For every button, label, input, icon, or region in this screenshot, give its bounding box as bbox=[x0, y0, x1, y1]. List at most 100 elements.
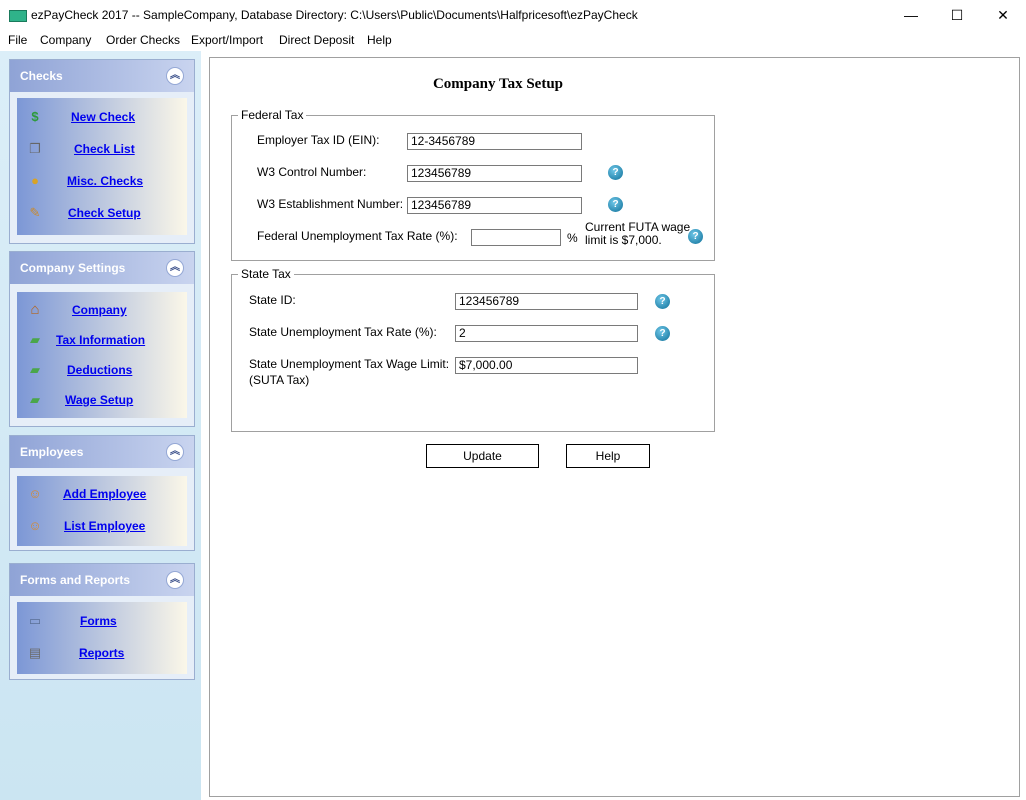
menu-bar: File Company Order Checks Export/Import … bbox=[0, 31, 1026, 51]
sidebar-item-deductions[interactable]: ▰ Deductions bbox=[17, 359, 187, 383]
sidebar-item-label[interactable]: New Check bbox=[71, 110, 135, 124]
checks-panel: Checks ︽ $ New Check ❐ Check List ● Misc… bbox=[9, 59, 195, 244]
federal-tax-legend: Federal Tax bbox=[238, 108, 307, 122]
help-icon[interactable]: ? bbox=[688, 229, 703, 244]
state-tax-legend: State Tax bbox=[238, 267, 294, 281]
company-settings-panel-header[interactable]: Company Settings ︽ bbox=[10, 252, 194, 284]
help-icon[interactable]: ? bbox=[655, 326, 670, 341]
sidebar-item-label[interactable]: Misc. Checks bbox=[67, 174, 143, 188]
checks-panel-header[interactable]: Checks ︽ bbox=[10, 60, 194, 92]
close-button[interactable]: ✕ bbox=[980, 0, 1026, 31]
federal-tax-group: Federal Tax Employer Tax ID (EIN): W3 Co… bbox=[231, 108, 715, 261]
company-settings-panel-title: Company Settings bbox=[20, 261, 126, 275]
futa-rate-field[interactable] bbox=[471, 229, 561, 246]
sidebar-item-list-employee[interactable]: ☺ List Employee bbox=[17, 515, 187, 539]
menu-file[interactable]: File bbox=[8, 33, 27, 47]
forms-reports-panel-body: ▭ Forms ▤ Reports bbox=[17, 602, 187, 674]
sidebar-item-label[interactable]: Tax Information bbox=[56, 333, 145, 347]
cash-icon: ▰ bbox=[30, 332, 40, 347]
suta-limit-label-line2: (SUTA Tax) bbox=[249, 373, 310, 387]
collapse-icon[interactable]: ︽ bbox=[166, 571, 184, 589]
sidebar-item-add-employee[interactable]: ☺ Add Employee bbox=[17, 483, 187, 507]
menu-help[interactable]: Help bbox=[367, 33, 392, 47]
menu-direct-deposit[interactable]: Direct Deposit bbox=[279, 33, 354, 47]
sidebar-item-label[interactable]: Wage Setup bbox=[65, 393, 133, 407]
suta-rate-label: State Unemployment Tax Rate (%): bbox=[249, 325, 437, 339]
state-id-label: State ID: bbox=[249, 293, 296, 307]
window-title: ezPayCheck 2017 -- SampleCompany, Databa… bbox=[31, 8, 638, 22]
update-button[interactable]: Update bbox=[426, 444, 539, 468]
sidebar-item-misc-checks[interactable]: ● Misc. Checks bbox=[17, 170, 187, 194]
forms-reports-panel-title: Forms and Reports bbox=[20, 573, 131, 587]
w3-establishment-field[interactable] bbox=[407, 197, 582, 214]
futa-percent-unit: % bbox=[567, 231, 578, 245]
sidebar-item-check-setup[interactable]: ✎ Check Setup bbox=[17, 202, 187, 226]
sidebar-item-wage-setup[interactable]: ▰ Wage Setup bbox=[17, 389, 187, 413]
sidebar-item-tax-information[interactable]: ▰ Tax Information bbox=[17, 329, 187, 353]
checks-panel-title: Checks bbox=[20, 69, 63, 83]
collapse-icon[interactable]: ︽ bbox=[166, 259, 184, 277]
suta-limit-label-line1: State Unemployment Tax Wage Limit: bbox=[249, 357, 450, 371]
menu-order-checks[interactable]: Order Checks bbox=[106, 33, 180, 47]
employees-panel-header[interactable]: Employees ︽ bbox=[10, 436, 194, 468]
sidebar-item-label[interactable]: Add Employee bbox=[63, 487, 146, 501]
sidebar-item-company[interactable]: ⌂ Company bbox=[17, 299, 187, 323]
state-tax-group: State Tax State ID: ? State Unemployment… bbox=[231, 267, 715, 432]
sidebar-item-reports[interactable]: ▤ Reports bbox=[17, 642, 187, 666]
state-id-field[interactable] bbox=[455, 293, 638, 310]
help-icon[interactable]: ? bbox=[655, 294, 670, 309]
forms-reports-panel: Forms and Reports ︽ ▭ Forms ▤ Reports bbox=[9, 563, 195, 680]
sidebar-item-forms[interactable]: ▭ Forms bbox=[17, 610, 187, 634]
forms-reports-panel-header[interactable]: Forms and Reports ︽ bbox=[10, 564, 194, 596]
maximize-button[interactable]: ☐ bbox=[934, 0, 980, 31]
w3-control-field[interactable] bbox=[407, 165, 582, 182]
employees-panel-title: Employees bbox=[20, 445, 84, 459]
menu-company[interactable]: Company bbox=[40, 33, 91, 47]
people-icon: ☺ bbox=[28, 518, 42, 533]
menu-export-import[interactable]: Export/Import bbox=[191, 33, 263, 47]
minimize-button[interactable]: — bbox=[888, 0, 934, 31]
ein-label: Employer Tax ID (EIN): bbox=[257, 133, 380, 147]
collapse-icon[interactable]: ︽ bbox=[166, 443, 184, 461]
title-bar: ezPayCheck 2017 -- SampleCompany, Databa… bbox=[0, 0, 1026, 31]
help-icon[interactable]: ? bbox=[608, 165, 623, 180]
wrench-icon: ✎ bbox=[29, 205, 41, 220]
sidebar: Checks ︽ $ New Check ❐ Check List ● Misc… bbox=[0, 51, 201, 800]
w3-control-label: W3 Control Number: bbox=[257, 165, 367, 179]
money-bag-icon: ● bbox=[31, 173, 39, 188]
help-button[interactable]: Help bbox=[566, 444, 650, 468]
futa-note-line1: Current FUTA wage bbox=[585, 220, 691, 234]
house-icon: ⌂ bbox=[30, 301, 40, 318]
add-people-icon: ☺ bbox=[28, 486, 42, 501]
suta-limit-field[interactable] bbox=[455, 357, 638, 374]
sidebar-item-label[interactable]: List Employee bbox=[64, 519, 145, 533]
futa-rate-label: Federal Unemployment Tax Rate (%): bbox=[257, 229, 458, 243]
cash-plus-icon: ▰ bbox=[30, 392, 40, 407]
company-settings-panel-body: ⌂ Company ▰ Tax Information ▰ Deductions… bbox=[17, 292, 187, 418]
sidebar-item-label[interactable]: Deductions bbox=[67, 363, 132, 377]
ein-field[interactable] bbox=[407, 133, 582, 150]
sidebar-item-new-check[interactable]: $ New Check bbox=[17, 106, 187, 130]
sidebar-item-label[interactable]: Forms bbox=[80, 614, 117, 628]
main-content: Company Tax Setup Federal Tax Employer T… bbox=[209, 57, 1020, 797]
page-title: Company Tax Setup bbox=[432, 76, 564, 92]
pages-icon: ❐ bbox=[29, 141, 41, 156]
company-settings-panel: Company Settings ︽ ⌂ Company ▰ Tax Infor… bbox=[9, 251, 195, 427]
sidebar-item-label[interactable]: Check List bbox=[74, 142, 135, 156]
app-icon bbox=[9, 10, 27, 22]
notebook-icon: ▤ bbox=[28, 645, 42, 660]
sidebar-item-label[interactable]: Company bbox=[72, 303, 127, 317]
help-icon[interactable]: ? bbox=[608, 197, 623, 212]
cash-minus-icon: ▰ bbox=[30, 362, 40, 377]
suta-rate-field[interactable] bbox=[455, 325, 638, 342]
sidebar-item-label[interactable]: Reports bbox=[79, 646, 124, 660]
employees-panel-body: ☺ Add Employee ☺ List Employee bbox=[17, 476, 187, 546]
sidebar-item-label[interactable]: Check Setup bbox=[68, 206, 141, 220]
employees-panel: Employees ︽ ☺ Add Employee ☺ List Employ… bbox=[9, 435, 195, 551]
futa-note-line2: limit is $7,000. bbox=[585, 233, 662, 247]
sidebar-item-check-list[interactable]: ❐ Check List bbox=[17, 138, 187, 162]
dollar-icon: $ bbox=[31, 109, 39, 124]
w3-establishment-label: W3 Establishment Number: bbox=[257, 197, 404, 211]
forms-icon: ▭ bbox=[28, 613, 42, 628]
collapse-icon[interactable]: ︽ bbox=[166, 67, 184, 85]
